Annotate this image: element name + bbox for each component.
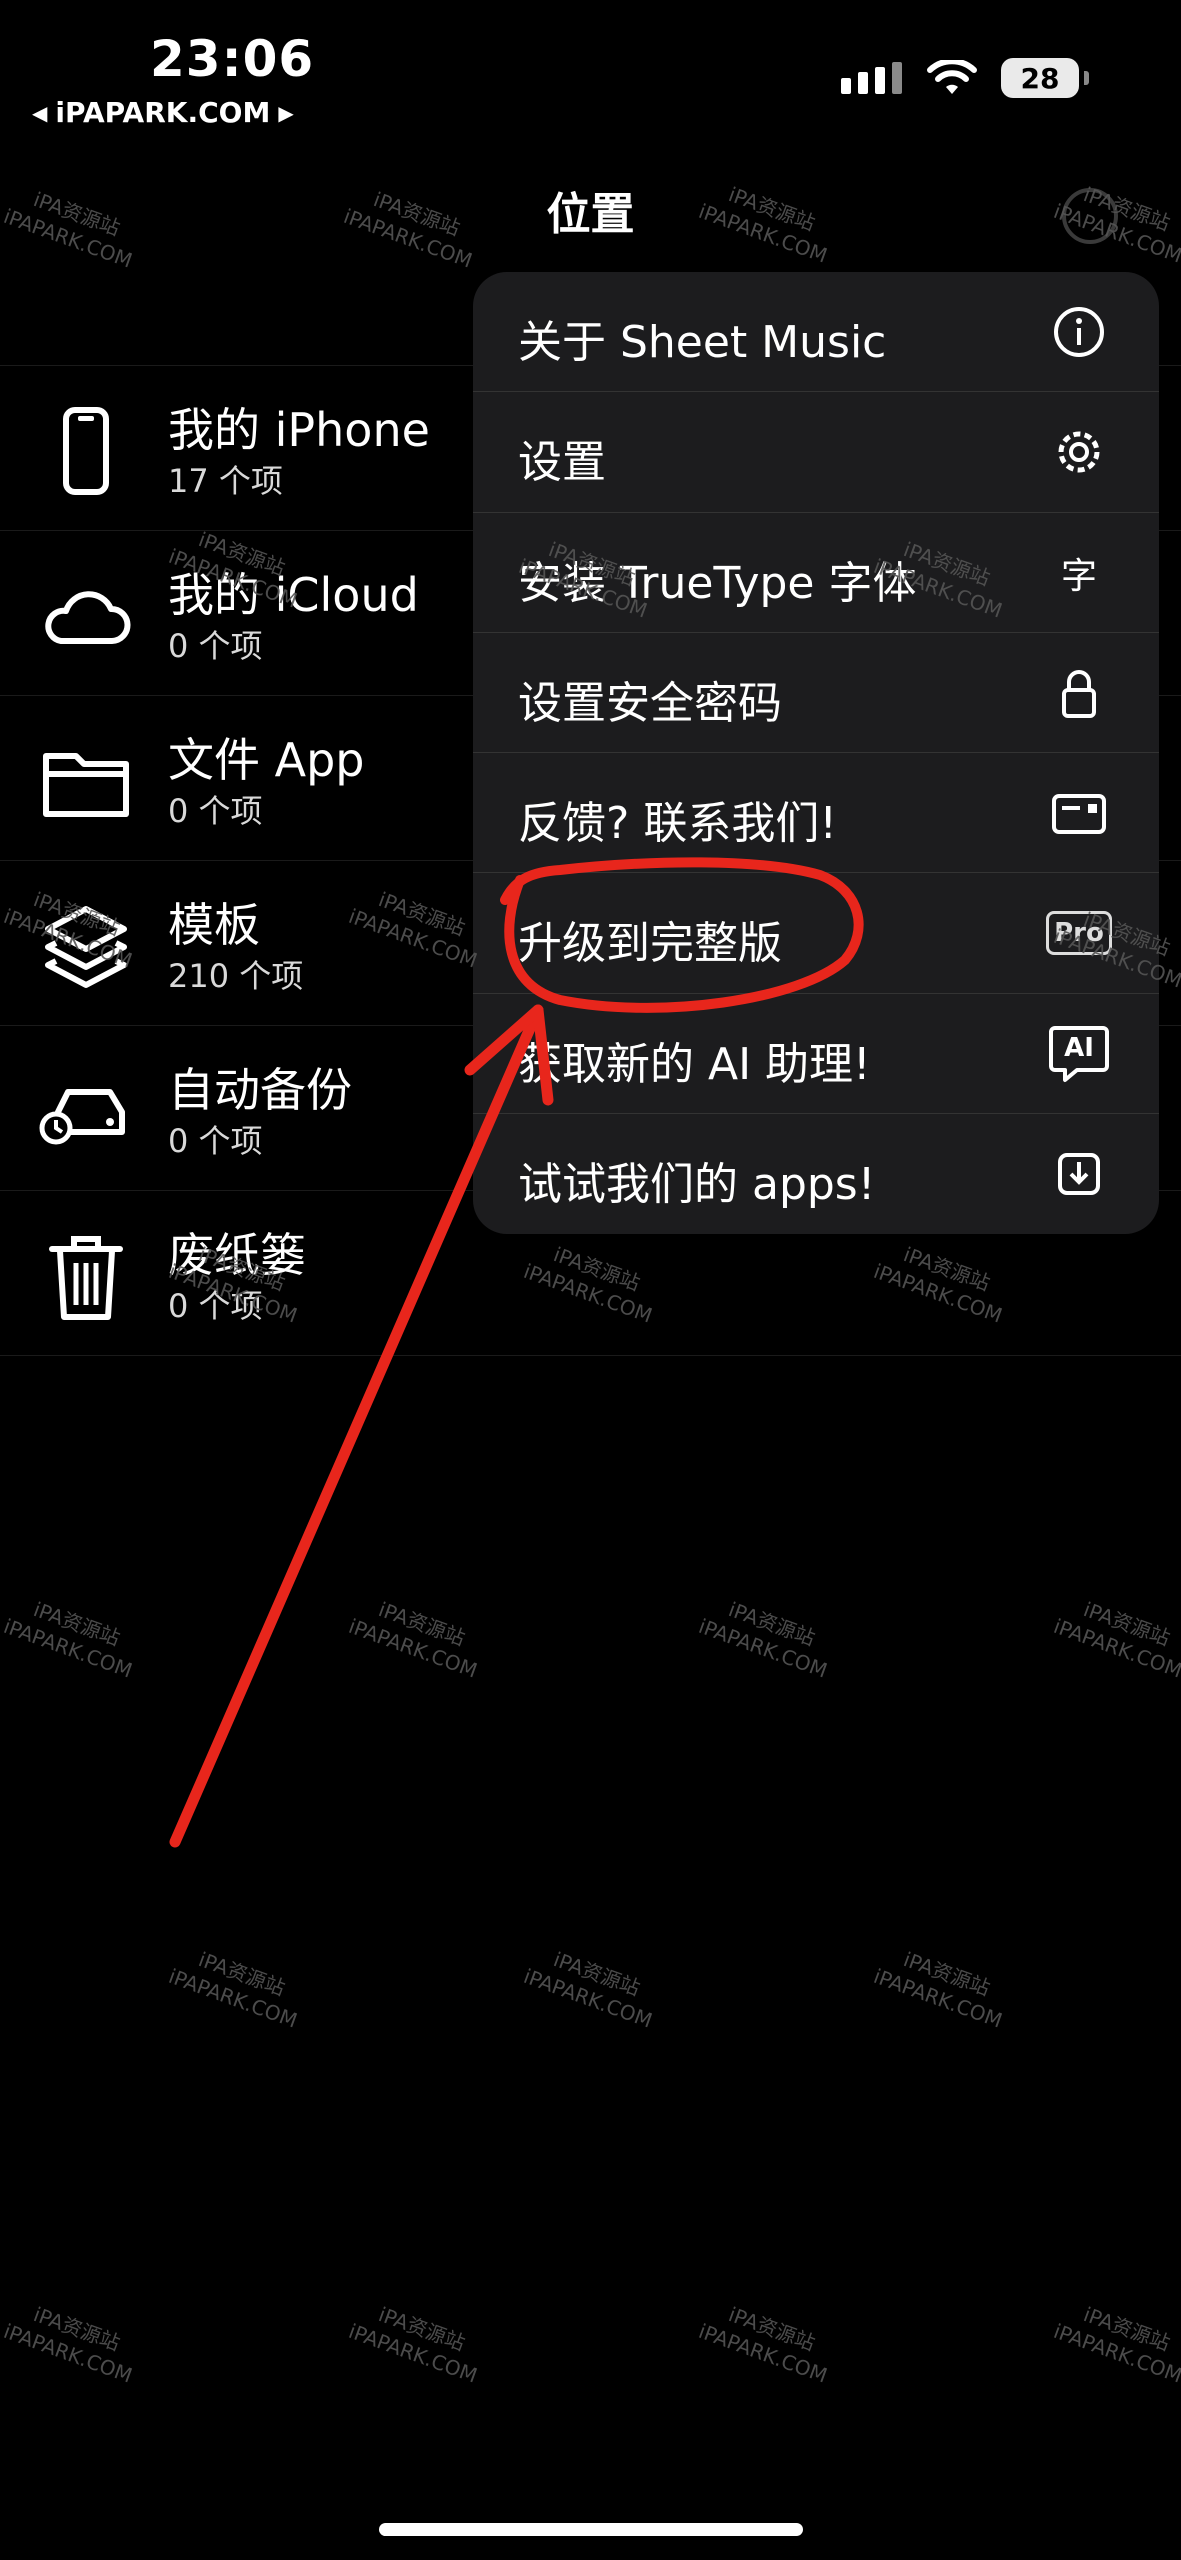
home-indicator[interactable] (379, 2523, 803, 2536)
cloud-icon (45, 591, 131, 644)
location-count: 210 个项 (168, 957, 304, 995)
menu-item-label: 反馈? 联系我们! (518, 798, 837, 849)
menu-item-about[interactable]: 关于 Sheet Music (473, 272, 1159, 393)
location-name: 模板 (168, 898, 260, 952)
battery-level: 28 (1020, 61, 1060, 95)
menu-item-label: 获取新的 AI 助理! (518, 1038, 871, 1090)
download-icon (1047, 1142, 1111, 1206)
watermark: iPA资源站 iPAPARK.COM (870, 1947, 1006, 2033)
watermark: iPA资源站 iPAPARK.COM (1050, 1597, 1181, 1683)
watermark: iPA资源站 iPAPARK.COM (0, 1597, 136, 1683)
location-name: 自动备份 (168, 1063, 352, 1117)
back-to-app-link[interactable]: ◀ iPAPARK.COM ▶ (32, 96, 294, 129)
watermark: iPA资源站 iPAPARK.COM (520, 1947, 656, 2033)
trash-icon (49, 1236, 123, 1320)
menu-item-feedback[interactable]: 反馈? 联系我们! (473, 753, 1159, 874)
lock-icon (1047, 661, 1111, 725)
menu-item-label: 关于 Sheet Music (518, 317, 887, 368)
context-menu: 关于 Sheet Music 设置 安装 TrueType 字体 字 设置安全密… (473, 272, 1159, 1234)
back-link-label: iPAPARK.COM (55, 96, 271, 129)
iphone-icon (63, 407, 109, 495)
watermark: iPA资源站 iPAPARK.COM (695, 1597, 831, 1683)
font-char-icon: 字 (1047, 541, 1111, 605)
menu-item-label: 试试我们的 apps! (518, 1158, 876, 1210)
info-icon (1047, 300, 1111, 364)
watermark: iPA资源站 iPAPARK.COM (1050, 2302, 1181, 2388)
location-count: 0 个项 (168, 1122, 263, 1160)
back-triangle-icon: ◀ (32, 100, 48, 125)
location-count: 0 个项 (168, 792, 263, 830)
backup-drive-icon (39, 1089, 125, 1145)
status-icons: 28 (841, 58, 1089, 98)
font-char-glyph: 字 (1060, 555, 1097, 597)
menu-item-label: 设置安全密码 (518, 677, 782, 729)
watermark: iPA资源站 iPAPARK.COM (695, 2302, 831, 2388)
location-count: 17 个项 (168, 462, 283, 500)
location-name: 我的 iPhone (168, 403, 430, 457)
card-icon (1047, 781, 1111, 845)
watermark: iPA资源站 iPAPARK.COM (345, 2302, 481, 2388)
signal-icon (841, 62, 902, 94)
menu-item-settings[interactable]: 设置 (473, 392, 1159, 513)
menu-item-set-password[interactable]: 设置安全密码 (473, 633, 1159, 753)
wifi-icon (927, 60, 977, 94)
ai-bubble-text: AI (1064, 1032, 1094, 1063)
battery-icon: 28 (1001, 58, 1089, 98)
menu-item-try-apps[interactable]: 试试我们的 apps! (473, 1114, 1159, 1234)
menu-item-label: 设置 (518, 437, 606, 489)
location-name: 文件 App (168, 733, 365, 787)
location-count: 0 个项 (168, 627, 263, 665)
gear-icon (1047, 420, 1111, 484)
menu-item-ai-assistant[interactable]: 获取新的 AI 助理! AI (473, 994, 1159, 1114)
status-time: 23:06 (150, 30, 315, 88)
watermark: iPA资源站 iPAPARK.COM (165, 1947, 301, 2033)
watermark: iPA资源站 iPAPARK.COM (0, 2302, 136, 2388)
folder-icon (43, 753, 129, 817)
watermark: iPA资源站 iPAPARK.COM (345, 1597, 481, 1683)
forward-triangle-icon: ▶ (278, 100, 294, 125)
page-title: 位置 (546, 189, 635, 240)
ai-bubble-icon: AI (1047, 1022, 1111, 1086)
menu-item-label: 升级到完整版 (518, 918, 782, 970)
